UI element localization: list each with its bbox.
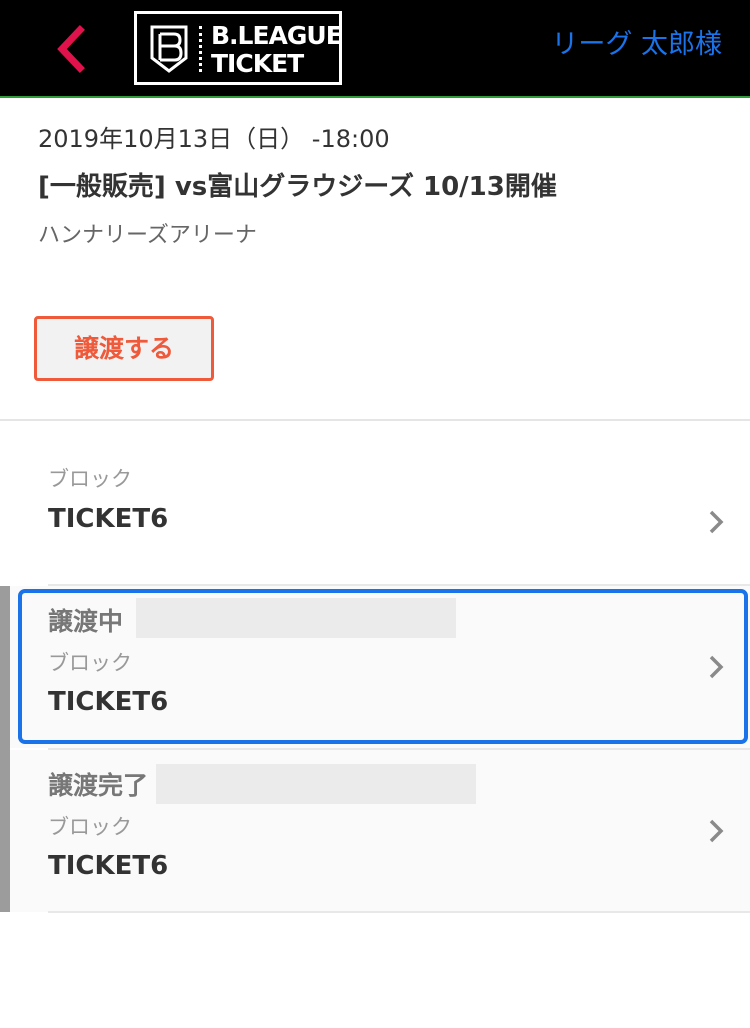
b-league-ticket-logo[interactable]: B.LEAGUE TICKET (134, 11, 343, 85)
logo-text-ticket: TICKET (211, 49, 304, 78)
ticket-list-item[interactable]: 譲渡中 ブロック TICKET6 (0, 586, 750, 748)
logo-text-bleague: B.LEAGUE (211, 21, 343, 50)
transfer-button[interactable]: 譲渡する (34, 316, 214, 381)
chevron-right-icon (709, 655, 724, 679)
event-title: [一般販売] vs富山グラウジーズ 10/13開催 (38, 172, 557, 202)
chevron-left-icon (57, 25, 85, 73)
ticket-list-item[interactable]: 譲渡完了 ブロック TICKET6 (0, 750, 750, 912)
block-label: ブロック (48, 815, 132, 839)
user-name-link[interactable]: リーグ 太郎様 (551, 27, 722, 63)
block-label: ブロック (48, 467, 132, 491)
ticket-list-item[interactable]: ブロック TICKET6 (0, 421, 750, 584)
chevron-right-icon (709, 819, 724, 843)
ticket-name: TICKET6 (48, 687, 169, 717)
transfer-status-label: 譲渡完了 (48, 771, 149, 800)
transfer-status-label: 譲渡中 (48, 607, 124, 636)
list-divider (48, 911, 750, 913)
shield-icon (150, 25, 188, 73)
logo-divider (199, 26, 202, 72)
event-venue: ハンナリーズアリーナ (38, 223, 257, 248)
status-detail-placeholder (156, 764, 476, 804)
app-header: B.LEAGUE TICKET リーグ 太郎様 (0, 0, 750, 98)
status-indicator-bar (0, 586, 10, 912)
block-label: ブロック (48, 651, 132, 675)
ticket-name: TICKET6 (48, 851, 169, 881)
chevron-right-icon (709, 510, 724, 534)
back-button[interactable] (48, 24, 92, 74)
event-datetime: 2019年10月13日（日） -18:00 (38, 125, 390, 153)
status-detail-placeholder (136, 598, 456, 638)
ticket-name: TICKET6 (48, 504, 169, 534)
